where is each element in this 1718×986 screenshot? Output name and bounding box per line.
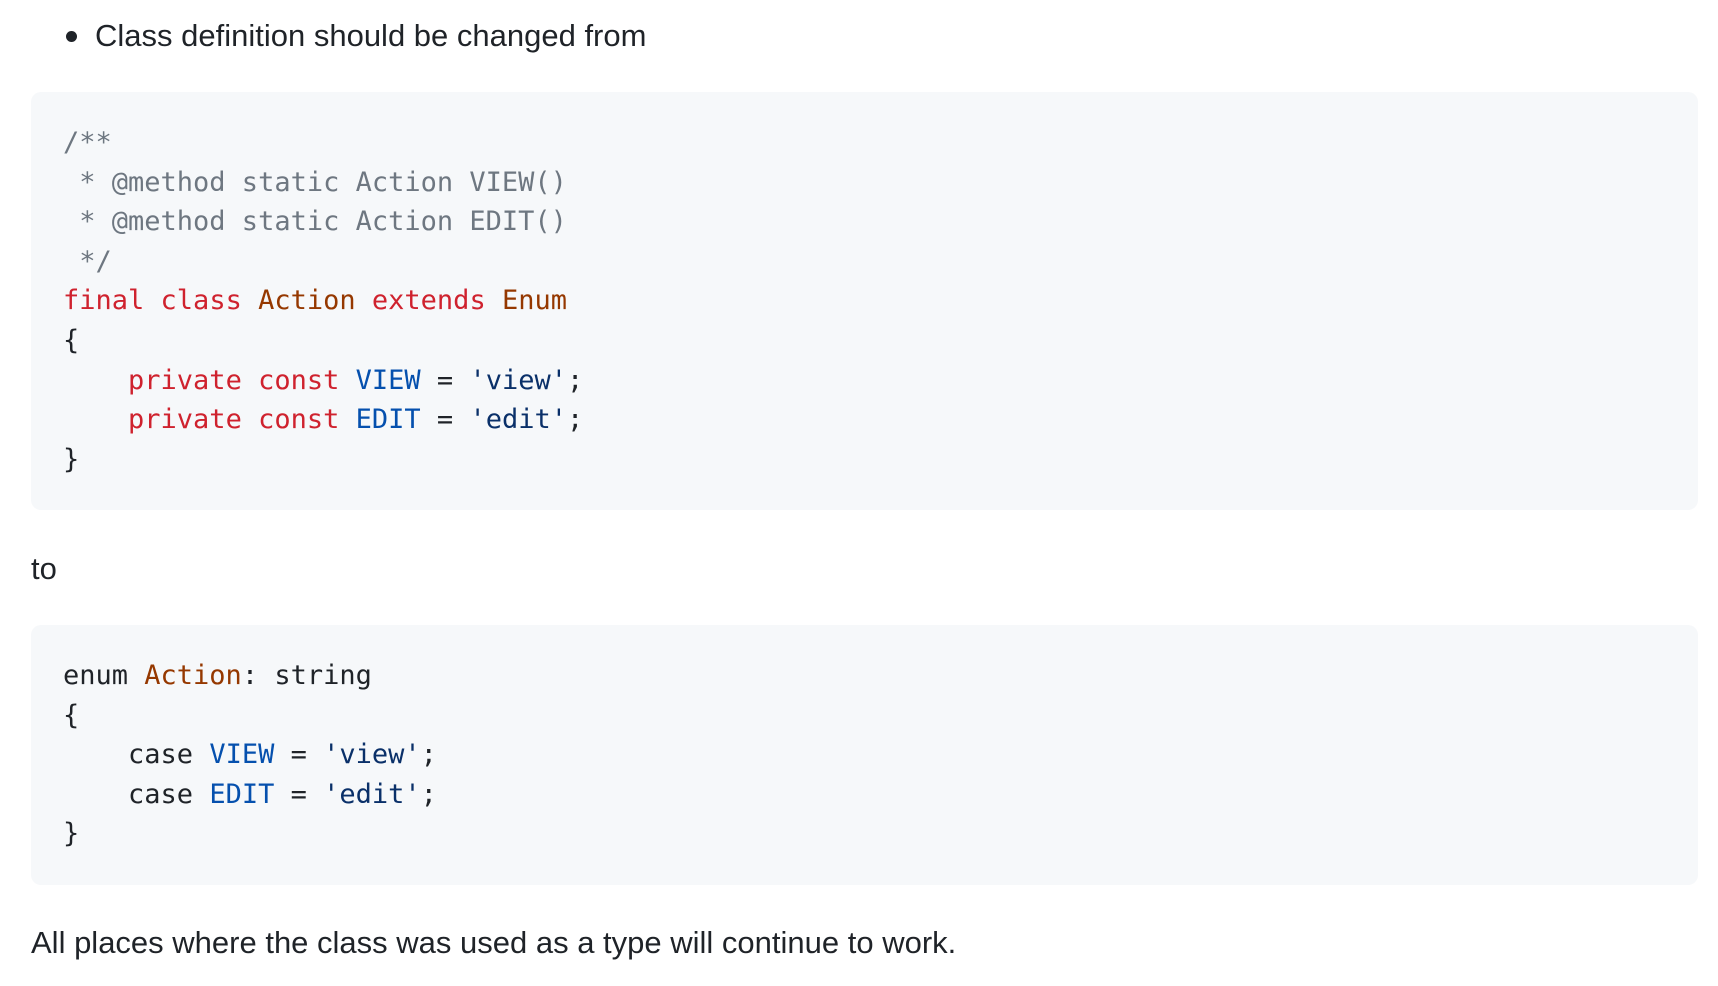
- code-token: case: [63, 778, 210, 810]
- bullet-item: Class definition should be changed from: [66, 16, 646, 56]
- code-token: }: [63, 818, 80, 850]
- code-token: ;: [567, 364, 584, 396]
- bullet-icon: [66, 31, 77, 42]
- code-token: 'view': [323, 739, 421, 771]
- code-token: class: [160, 285, 242, 317]
- code-token: case: [63, 739, 210, 771]
- code-token: private: [128, 364, 242, 396]
- code-line: case EDIT = 'edit';: [63, 779, 437, 810]
- code-token: extends: [371, 285, 486, 317]
- code-token: =: [274, 739, 324, 771]
- code-block-after: enum Action: string { case VIEW = 'view'…: [31, 625, 1698, 885]
- code-token: ;: [420, 778, 437, 810]
- code-block-before: /** * @method static Action VIEW() * @me…: [31, 92, 1698, 511]
- code-token: final: [63, 285, 145, 317]
- code-token: const: [258, 364, 340, 396]
- bullet-text: Class definition should be changed from: [95, 18, 647, 53]
- code-line: */: [63, 246, 112, 277]
- code-token: =: [274, 778, 324, 810]
- code-token: * @method static Action EDIT(): [63, 206, 567, 238]
- code-token: VIEW: [209, 739, 275, 771]
- code-token: /**: [63, 127, 112, 158]
- code-line: * @method static Action EDIT(): [63, 206, 567, 237]
- code-token: Action: [144, 660, 242, 691]
- code-token: const: [258, 404, 340, 436]
- code-token: {: [63, 699, 80, 731]
- code-line: /**: [63, 127, 112, 158]
- code-token: 'edit': [323, 778, 421, 810]
- code-line: {: [63, 325, 79, 356]
- code-token: Enum: [501, 285, 567, 317]
- code-line: final class Action extends Enum: [63, 285, 567, 316]
- code-line: private const EDIT = 'edit';: [63, 404, 583, 435]
- code-token: enum: [63, 660, 145, 691]
- code-line: }: [63, 818, 79, 849]
- code-token: }: [63, 443, 80, 475]
- code-token: =: [420, 364, 470, 396]
- code-token: : string: [241, 660, 372, 691]
- code-line: private const VIEW = 'view';: [63, 365, 583, 396]
- code-line: {: [63, 700, 79, 731]
- code-line: * @method static Action VIEW(): [63, 167, 567, 198]
- code-token: * @method static Action VIEW(): [63, 166, 567, 198]
- code-token: Action: [258, 285, 356, 317]
- code-token: 'edit': [469, 404, 567, 436]
- code-line: enum Action: string: [63, 660, 372, 691]
- code-token: =: [420, 404, 470, 436]
- code-token: */: [63, 245, 112, 277]
- code-token: {: [63, 324, 80, 356]
- code-token: private: [128, 404, 242, 436]
- code-token: ;: [420, 739, 437, 771]
- code-line: }: [63, 444, 79, 475]
- paragraph-to: to: [31, 551, 57, 586]
- code-token: ;: [567, 404, 584, 436]
- code-token: EDIT: [355, 404, 421, 436]
- code-token: VIEW: [355, 364, 421, 396]
- code-line: case VIEW = 'view';: [63, 739, 437, 770]
- paragraph-footer: All places where the class was used as a…: [31, 925, 957, 960]
- code-token: EDIT: [209, 778, 275, 810]
- code-token: 'view': [469, 364, 567, 396]
